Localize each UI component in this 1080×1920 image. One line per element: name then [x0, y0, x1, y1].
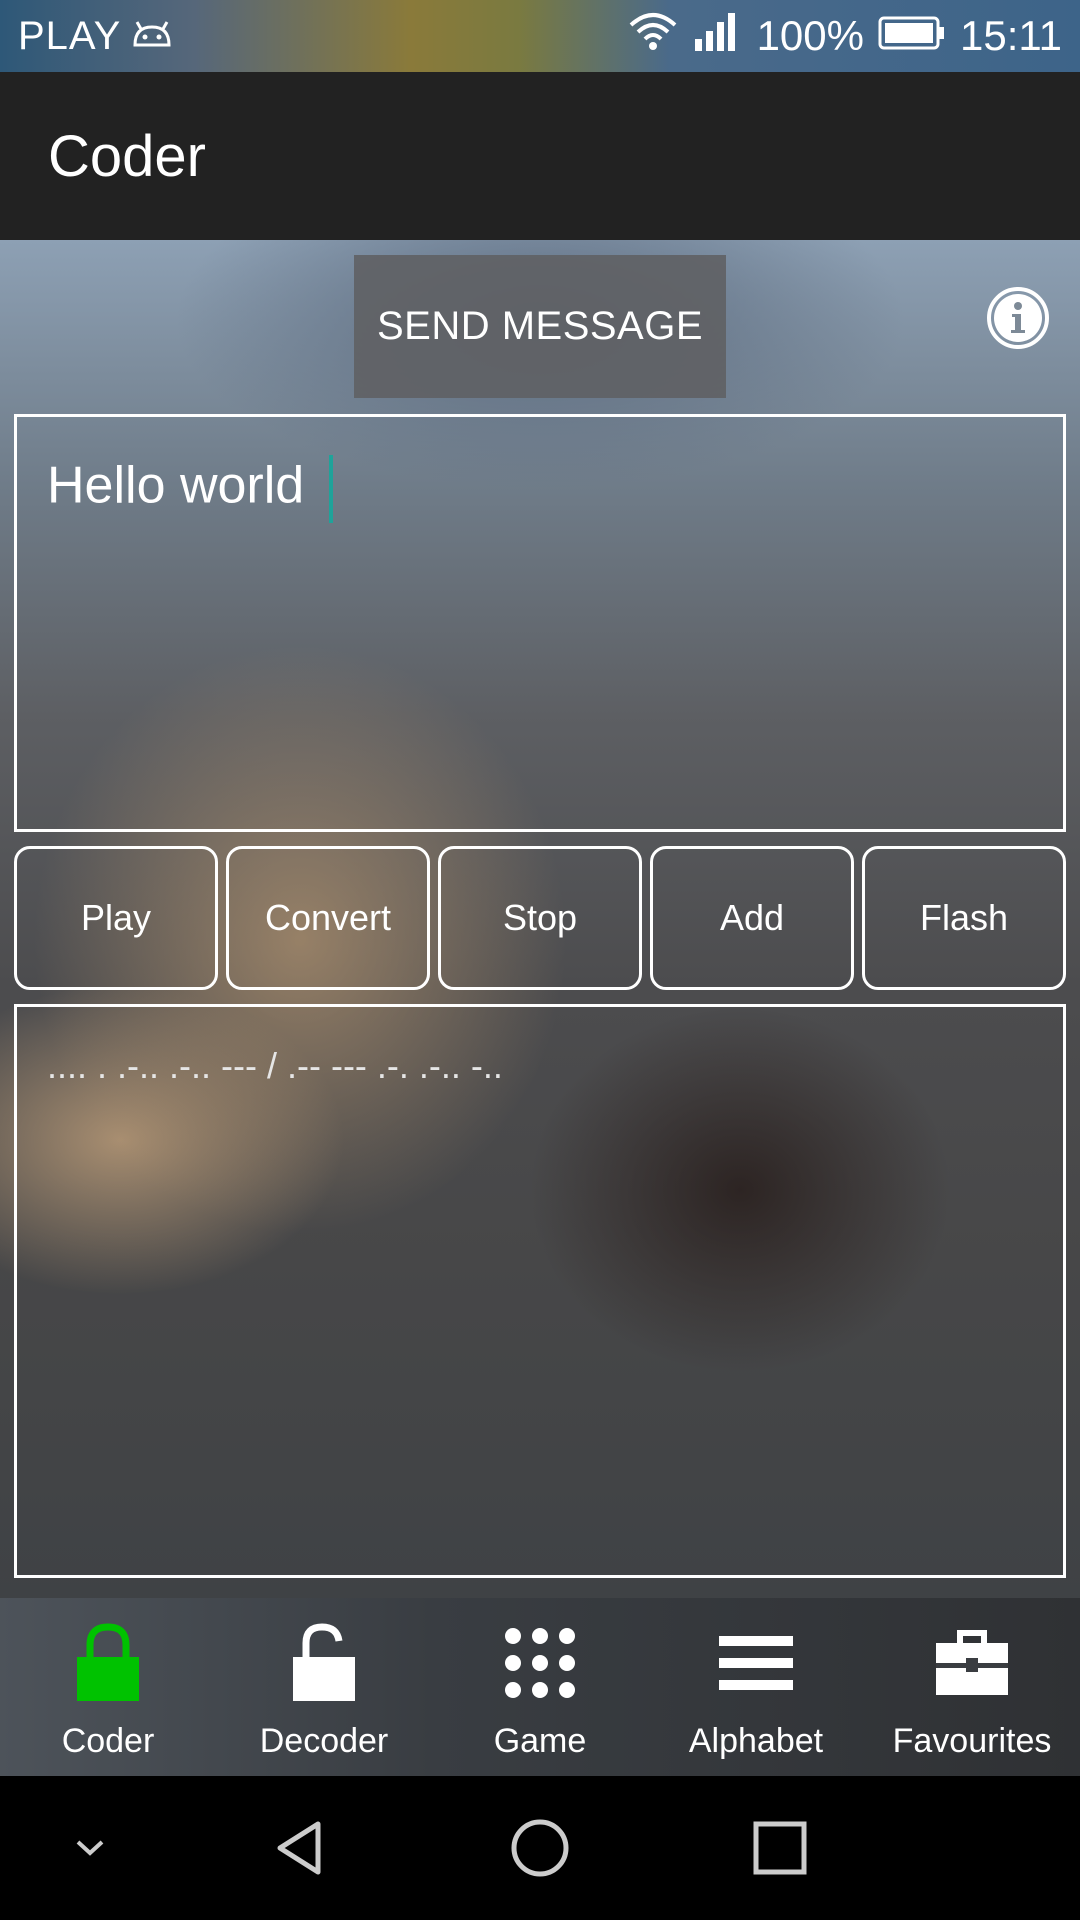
list-icon	[711, 1618, 801, 1708]
send-message-button[interactable]: SEND MESSAGE	[354, 255, 726, 398]
home-icon[interactable]	[500, 1776, 580, 1920]
nav-item-decoder[interactable]: Decoder	[216, 1598, 432, 1776]
convert-button[interactable]: Convert	[226, 846, 430, 990]
lock-closed-icon	[63, 1618, 153, 1708]
android-icon	[131, 19, 173, 54]
wifi-icon	[627, 11, 679, 61]
info-icon[interactable]	[986, 286, 1050, 350]
collapse-icon[interactable]	[60, 1776, 120, 1920]
nav-label-favourites: Favourites	[892, 1722, 1052, 1760]
add-button[interactable]: Add	[650, 846, 854, 990]
message-input[interactable]: Hello world	[14, 414, 1066, 832]
clock: 15:11	[960, 12, 1062, 59]
battery-percent: 100%	[756, 12, 864, 59]
nav-item-favourites[interactable]: Favourites	[864, 1598, 1080, 1776]
battery-icon	[878, 12, 946, 60]
nav-label-game: Game	[493, 1722, 587, 1760]
carrier-name: PLAY	[18, 13, 122, 58]
morse-output-text: .... . .-.. .-.. --- / .-- --- .-. .-.. …	[47, 1045, 503, 1086]
play-button[interactable]: Play	[14, 846, 218, 990]
lock-open-icon	[279, 1618, 369, 1708]
back-icon[interactable]	[260, 1776, 340, 1920]
page-title: Coder	[48, 123, 206, 189]
grid-dots-icon	[495, 1618, 585, 1708]
system-navigation-bar	[0, 1776, 1080, 1920]
message-input-text: Hello world	[47, 456, 319, 515]
briefcase-icon	[927, 1618, 1017, 1708]
status-bar: PLAY 100% 15:11	[0, 0, 1080, 72]
nav-label-alphabet: Alphabet	[688, 1722, 824, 1760]
nav-item-alphabet[interactable]: Alphabet	[648, 1598, 864, 1776]
flash-button[interactable]: Flash	[862, 846, 1066, 990]
text-cursor	[328, 455, 333, 523]
nav-item-game[interactable]: Game	[432, 1598, 648, 1776]
nav-item-coder[interactable]: Coder	[0, 1598, 216, 1776]
stop-button[interactable]: Stop	[438, 846, 642, 990]
app-bar: Coder	[0, 72, 1080, 240]
control-button-row: Play Convert Stop Add Flash	[14, 846, 1066, 990]
bottom-navigation: Coder Decoder Game Alphabet Favourites	[0, 1598, 1080, 1776]
signal-icon	[693, 11, 739, 61]
main-content: SEND MESSAGE Hello world Play Convert St…	[0, 240, 1080, 1598]
nav-label-decoder: Decoder	[259, 1722, 389, 1760]
recents-icon[interactable]	[740, 1776, 820, 1920]
nav-label-coder: Coder	[61, 1722, 155, 1760]
morse-output[interactable]: .... . .-.. .-.. --- / .-- --- .-. .-.. …	[14, 1004, 1066, 1578]
